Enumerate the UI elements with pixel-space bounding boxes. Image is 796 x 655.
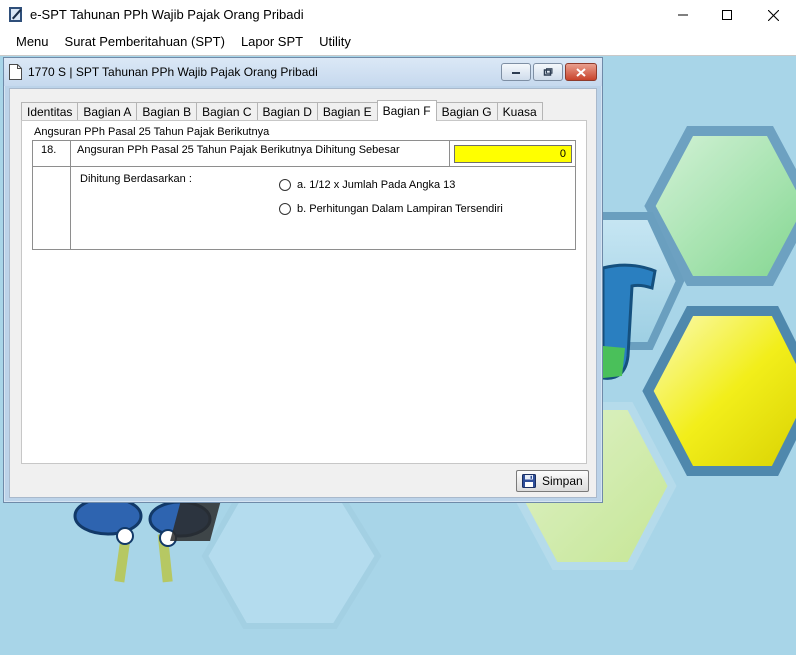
tab-bagian-a[interactable]: Bagian A bbox=[77, 102, 138, 121]
tab-identitas[interactable]: Identitas bbox=[21, 102, 79, 121]
menu-item-utility[interactable]: Utility bbox=[311, 30, 359, 54]
minimize-icon bbox=[678, 14, 688, 16]
close-icon bbox=[576, 67, 586, 77]
tab-strip: Identitas Bagian A Bagian B Bagian C Bag… bbox=[21, 100, 543, 121]
minimize-button[interactable] bbox=[660, 0, 706, 30]
table-row: 18. Angsuran PPh Pasal 25 Tahun Pajak Be… bbox=[33, 141, 575, 167]
option-b-label[interactable]: b. Perhitungan Dalam Lampiran Tersendiri bbox=[297, 203, 503, 215]
option-b-radio[interactable] bbox=[279, 203, 291, 215]
document-icon bbox=[9, 64, 22, 80]
tab-kuasa[interactable]: Kuasa bbox=[496, 102, 543, 121]
menu-item-lapor-spt[interactable]: Lapor SPT bbox=[233, 30, 311, 54]
option-a-radio[interactable] bbox=[279, 179, 291, 191]
menubar: Menu Surat Pemberitahuan (SPT) Lapor SPT… bbox=[0, 30, 796, 54]
child-window-title: 1770 S | SPT Tahunan PPh Wajib Pajak Ora… bbox=[28, 65, 318, 79]
close-button[interactable] bbox=[750, 0, 796, 30]
maximize-button[interactable] bbox=[704, 0, 750, 30]
save-button[interactable]: Simpan bbox=[516, 470, 589, 492]
tab-panel-bagian-f: Angsuran PPh Pasal 25 Tahun Pajak Beriku… bbox=[21, 120, 587, 464]
tab-bagian-g[interactable]: Bagian G bbox=[435, 102, 498, 121]
restore-icon bbox=[543, 67, 553, 76]
tab-bagian-f[interactable]: Bagian F bbox=[376, 100, 437, 121]
section-title: Angsuran PPh Pasal 25 Tahun Pajak Beriku… bbox=[34, 126, 270, 138]
tab-bagian-b[interactable]: Bagian B bbox=[136, 102, 198, 121]
basis-label: Dihitung Berdasarkan : bbox=[80, 173, 192, 185]
close-icon bbox=[767, 9, 779, 21]
floppy-disk-icon bbox=[522, 474, 536, 488]
tab-bagian-c[interactable]: Bagian C bbox=[196, 102, 258, 121]
minimize-icon bbox=[512, 72, 520, 74]
app-title: e-SPT Tahunan PPh Wajib Pajak Orang Prib… bbox=[30, 7, 304, 22]
menu-item-surat-pemberitahuan[interactable]: Surat Pemberitahuan (SPT) bbox=[57, 30, 233, 54]
tab-bagian-d[interactable]: Bagian D bbox=[256, 102, 318, 121]
amount-field[interactable]: 0 bbox=[454, 145, 572, 163]
angsuran-grid: 18. Angsuran PPh Pasal 25 Tahun Pajak Be… bbox=[32, 140, 576, 250]
menu-item-menu[interactable]: Menu bbox=[8, 30, 57, 54]
child-window-client: Identitas Bagian A Bagian B Bagian C Bag… bbox=[9, 88, 597, 498]
maximize-icon bbox=[722, 10, 732, 20]
row-label: Angsuran PPh Pasal 25 Tahun Pajak Beriku… bbox=[77, 144, 400, 156]
spt-form-window: 1770 S | SPT Tahunan PPh Wajib Pajak Ora… bbox=[3, 57, 603, 503]
tab-bagian-e[interactable]: Bagian E bbox=[316, 102, 378, 121]
row-number: 18. bbox=[41, 144, 57, 156]
app-titlebar: e-SPT Tahunan PPh Wajib Pajak Orang Prib… bbox=[0, 0, 796, 30]
option-a-label[interactable]: a. 1/12 x Jumlah Pada Angka 13 bbox=[297, 179, 455, 191]
child-restore-button[interactable] bbox=[533, 63, 563, 81]
child-close-button[interactable] bbox=[565, 63, 597, 81]
grid-divider bbox=[70, 141, 71, 249]
child-window-titlebar[interactable]: 1770 S | SPT Tahunan PPh Wajib Pajak Ora… bbox=[4, 58, 602, 86]
grid-divider bbox=[449, 141, 450, 167]
espt-app-icon bbox=[9, 7, 22, 22]
save-button-label: Simpan bbox=[542, 474, 583, 488]
child-minimize-button[interactable] bbox=[501, 63, 531, 81]
